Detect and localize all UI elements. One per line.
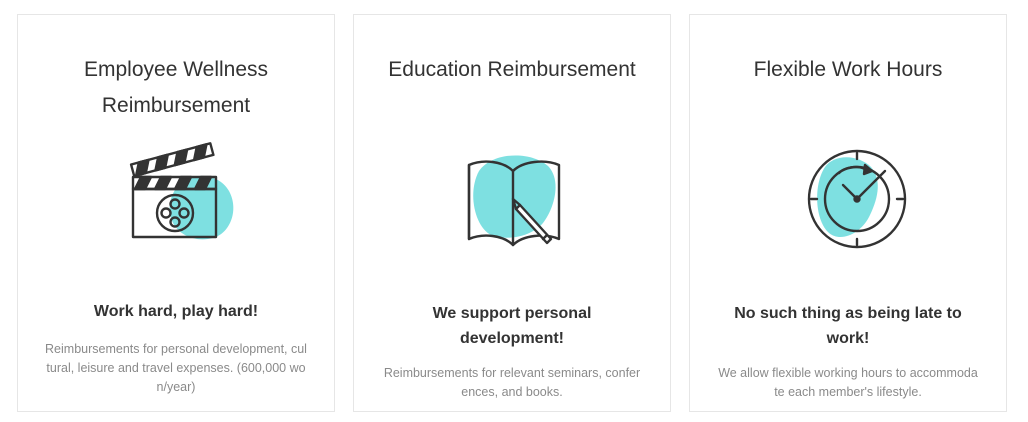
card-description: We allow flexible working hours to accom…: [718, 366, 978, 399]
benefit-card-wellness: Employee Wellness Reimbursement Work har…: [17, 14, 335, 412]
film-clapperboard-icon: [101, 137, 251, 257]
benefits-section: Employee Wellness Reimbursement Work har…: [0, 0, 1028, 422]
benefit-card-flexible-hours: Flexible Work Hours No such thing as bei…: [689, 14, 1007, 412]
card-subtitle: Work hard, play hard!: [93, 303, 259, 320]
card-description: Reimbursements for personal development,…: [45, 342, 307, 394]
open-book-pencil-icon: [437, 137, 587, 257]
clock-icon: [773, 137, 923, 257]
card-title: Employee Wellness Reimbursement: [83, 58, 269, 117]
card-subtitle: We support personal development!: [432, 305, 592, 347]
card-subtitle: No such thing as being late to work!: [734, 305, 962, 347]
card-description: Reimbursements for relevant seminars, co…: [383, 366, 641, 399]
benefit-card-education: Education Reimbursement We support perso…: [353, 14, 671, 412]
card-title: Education Reimbursement: [388, 58, 636, 81]
card-title: Flexible Work Hours: [753, 58, 943, 81]
